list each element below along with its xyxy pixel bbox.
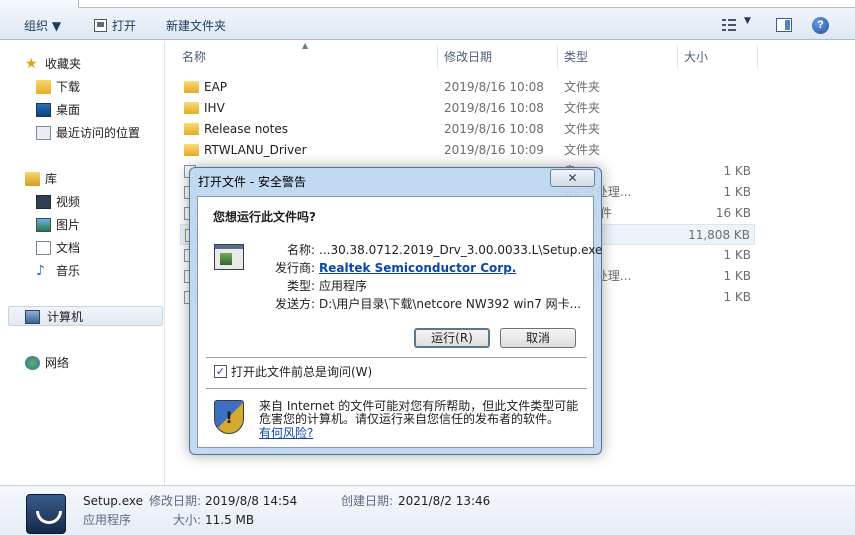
file-row[interactable]: Release notes 2019/8/16 10:08 文件夹 [180, 119, 755, 140]
details-modified-value: 2019/8/8 14:54 [205, 494, 298, 508]
file-row[interactable]: RTWLANU_Driver 2019/8/16 10:09 文件夹 [180, 140, 755, 161]
file-date: 2019/8/16 10:09 [444, 143, 544, 157]
from-label: 发送方: [274, 297, 315, 311]
file-size: 1 KB [723, 185, 751, 199]
document-icon [36, 241, 51, 255]
preview-pane-icon[interactable] [776, 18, 792, 32]
file-size: 11,808 KB [688, 228, 750, 242]
network-icon [25, 356, 40, 370]
nav-item-label: 桌面 [56, 103, 81, 117]
star-icon: ★ [25, 56, 38, 72]
help-icon[interactable]: ? [812, 17, 829, 34]
type-label: 类型: [286, 279, 315, 293]
dialog-separator [206, 388, 587, 389]
video-icon [36, 195, 51, 209]
dialog-question: 您想运行此文件吗? [213, 210, 316, 224]
folder-icon [184, 144, 199, 156]
run-button[interactable]: 运行(R) [414, 328, 490, 348]
recent-places-icon [36, 126, 51, 140]
file-date: 2019/8/16 10:08 [444, 80, 544, 94]
warning-message: 来自 Internet 的文件可能对您有所帮助，但此文件类型可能危害您的计算机。… [259, 399, 579, 426]
cancel-button[interactable]: 取消 [500, 328, 576, 348]
nav-item-label: 下载 [56, 80, 81, 94]
details-created-value: 2021/8/2 13:46 [398, 494, 491, 508]
file-type: 文件夹 [564, 143, 601, 157]
music-note-icon: ♪ [36, 263, 45, 279]
file-name: RTWLANU_Driver [204, 143, 307, 157]
file-name: Release notes [204, 122, 288, 136]
details-size-label: 大小: [173, 513, 202, 527]
file-name: IHV [204, 101, 225, 115]
security-shield-icon: ! [214, 400, 244, 434]
file-date: 2019/8/16 10:08 [444, 101, 544, 115]
nav-computer-label: 计算机 [47, 310, 84, 324]
setup-application-icon [26, 494, 66, 534]
dialog-close-button[interactable]: ✕ [550, 169, 595, 187]
file-date: 2019/8/16 10:08 [444, 122, 544, 136]
view-options-icon[interactable] [722, 18, 738, 32]
dialog-body: 您想运行此文件吗? 名称: ...30.38.0712.2019_Drv_3.0… [197, 196, 602, 448]
publisher-link[interactable]: Realtek Semiconductor Corp. [319, 259, 516, 277]
always-ask-checkbox[interactable]: ✓ [214, 365, 227, 378]
nav-favorites-label: 收藏夹 [45, 57, 82, 71]
file-size: 1 KB [723, 290, 751, 304]
name-label: 名称: [286, 243, 315, 257]
name-value: ...30.38.0712.2019_Drv_3.00.0033.L\Setup… [319, 243, 603, 257]
details-created-label: 创建日期: [341, 494, 394, 508]
new-folder-button[interactable]: 新建文件夹 [166, 16, 226, 36]
desktop-icon [36, 103, 51, 117]
details-filetype: 应用程序 [83, 513, 132, 527]
file-size: 1 KB [723, 269, 751, 283]
column-header-size[interactable]: 大小 [678, 45, 758, 69]
folder-icon [184, 81, 199, 93]
navigation-pane: ★ 收藏夹 下载 桌面 最近访问的位置 库 视频 图片 文档 ♪ 音乐 计算机 … [0, 41, 165, 485]
folder-icon [184, 102, 199, 114]
file-size: 16 KB [715, 206, 751, 220]
always-ask-label[interactable]: 打开此文件前总是询问(W) [231, 363, 372, 381]
library-icon [25, 172, 40, 186]
file-size: 1 KB [723, 164, 751, 178]
type-value: 应用程序 [319, 279, 368, 293]
nav-item-label: 图片 [56, 218, 81, 232]
file-type: 文件夹 [564, 122, 601, 136]
file-type: 文件夹 [564, 80, 601, 94]
nav-item-label: 音乐 [56, 264, 81, 278]
nav-item-label: 最近访问的位置 [56, 126, 141, 140]
address-bar-edge [78, 0, 855, 8]
details-size-value: 11.5 MB [205, 513, 255, 527]
view-dropdown-chevron-icon[interactable]: ▼ [744, 16, 751, 26]
close-icon: ✕ [567, 171, 578, 185]
file-size: 1 KB [723, 248, 751, 262]
file-row[interactable]: EAP 2019/8/16 10:08 文件夹 [180, 77, 755, 98]
details-modified-label: 修改日期: [149, 494, 202, 508]
file-row[interactable]: IHV 2019/8/16 10:08 文件夹 [180, 98, 755, 119]
downloads-folder-icon [36, 80, 51, 94]
details-filename: Setup.exe [83, 494, 144, 508]
picture-icon [36, 218, 51, 232]
from-value: D:\用户目录\下载\netcore NW392 win7 网卡... [319, 297, 582, 311]
publisher-label: 发行商: [274, 261, 315, 275]
column-header-date[interactable]: 修改日期 [438, 45, 558, 69]
nav-libraries-label: 库 [45, 172, 58, 186]
security-warning-dialog: 打开文件 - 安全警告 ✕ 您想运行此文件吗? 名称: ...30.38.071… [189, 167, 602, 455]
file-name: EAP [204, 80, 228, 94]
file-type: 文件夹 [564, 101, 601, 115]
column-header-name[interactable]: 名称 [176, 45, 438, 69]
open-icon [94, 19, 107, 32]
nav-item-label: 文档 [56, 241, 81, 255]
nav-network-label: 网络 [45, 356, 70, 370]
nav-computer[interactable]: 计算机 [8, 306, 163, 326]
nav-item-label: 视频 [56, 195, 81, 209]
open-button[interactable]: 打开 [112, 16, 136, 36]
checkmark-icon: ✓ [215, 365, 226, 378]
column-header-type[interactable]: 类型 [558, 45, 678, 69]
folder-icon [184, 123, 199, 135]
dialog-separator [206, 357, 587, 358]
dialog-title: 打开文件 - 安全警告 [198, 175, 306, 189]
organize-menu-button[interactable]: 组织 ▼ [24, 16, 61, 36]
computer-icon [25, 310, 40, 324]
what-is-the-risk-link[interactable]: 有何风险? [259, 426, 313, 440]
